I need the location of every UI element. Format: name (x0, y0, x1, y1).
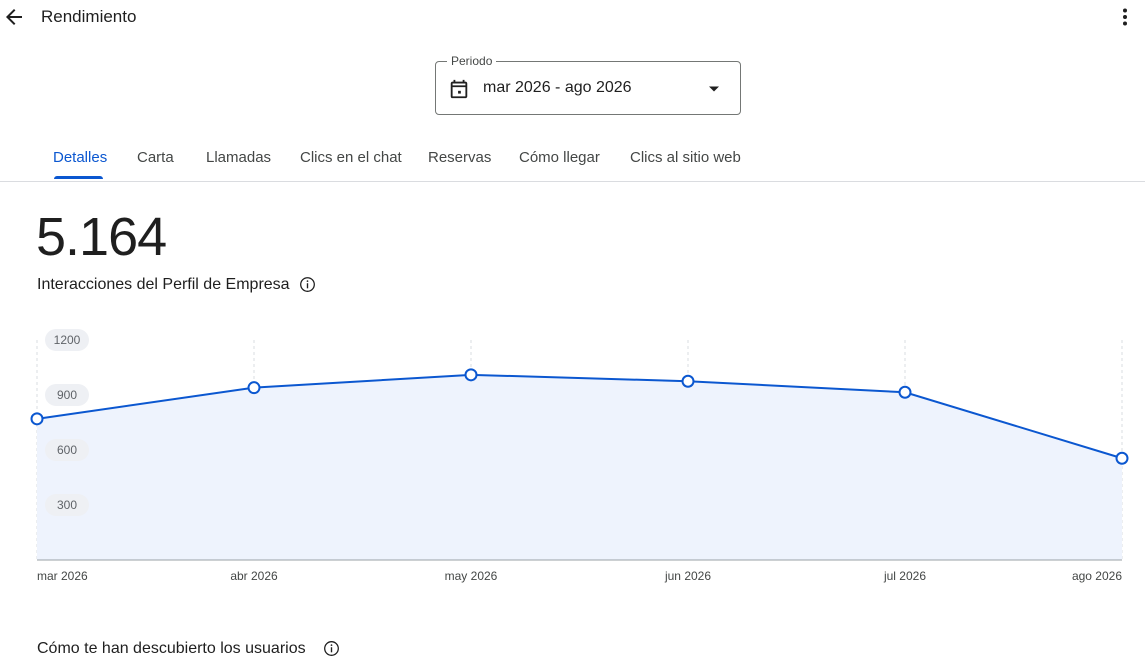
metric-value: 5.164 (36, 207, 167, 267)
tab-llamadas[interactable]: Llamadas (206, 149, 271, 166)
x-tick-label: abr 2026 (230, 569, 278, 583)
tab-bar: Detalles Carta Llamadas Clics en el chat… (0, 138, 1145, 182)
period-label: Periodo (447, 53, 497, 69)
page-title: Rendimiento (41, 7, 137, 26)
data-point (30, 412, 44, 426)
info-icon[interactable] (323, 640, 340, 657)
x-tick-label: ago 2026 (1072, 569, 1122, 583)
data-point (1115, 451, 1129, 465)
y-tick-label: 1200 (54, 333, 81, 347)
data-point (464, 368, 478, 382)
x-tick-label: jun 2026 (664, 569, 711, 583)
discovery-section-title: Cómo te han descubierto los usuarios (37, 640, 306, 657)
tab-clics-chat[interactable]: Clics en el chat (300, 149, 402, 166)
tab-detalles[interactable]: Detalles (53, 149, 107, 166)
data-point (681, 374, 695, 388)
arrow-left-icon[interactable] (2, 5, 26, 29)
period-select[interactable]: Periodo mar 2026 - ago 2026 (435, 53, 741, 115)
active-tab-indicator (54, 176, 103, 179)
data-point (247, 381, 261, 395)
x-tick-label: mar 2026 (37, 569, 88, 583)
x-tick-label: jul 2026 (883, 569, 926, 583)
x-tick-label: may 2026 (445, 569, 498, 583)
metric-label: Interacciones del Perfil de Empresa (37, 276, 290, 293)
series-area (37, 374, 1122, 560)
calendar-icon (450, 79, 468, 99)
more-vert-icon[interactable] (1113, 5, 1137, 29)
interactions-chart: 300 600 900 1200 mar 2026 abr 2026 may 2026 jun… (30, 329, 1129, 583)
top-bar: Rendimiento (0, 0, 1145, 36)
y-tick-label: 900 (57, 388, 77, 402)
period-value: mar 2026 - ago 2026 (483, 79, 632, 96)
tab-como-llegar[interactable]: Cómo llegar (519, 149, 600, 166)
info-icon[interactable] (299, 276, 316, 293)
data-point (898, 385, 912, 399)
y-tick-label: 600 (57, 443, 77, 457)
tab-clics-sitio-web[interactable]: Clics al sitio web (630, 149, 741, 166)
dropdown-arrow-icon (709, 86, 719, 92)
y-tick-label: 300 (57, 498, 77, 512)
tab-reservas[interactable]: Reservas (428, 149, 491, 166)
tab-carta[interactable]: Carta (137, 149, 174, 166)
